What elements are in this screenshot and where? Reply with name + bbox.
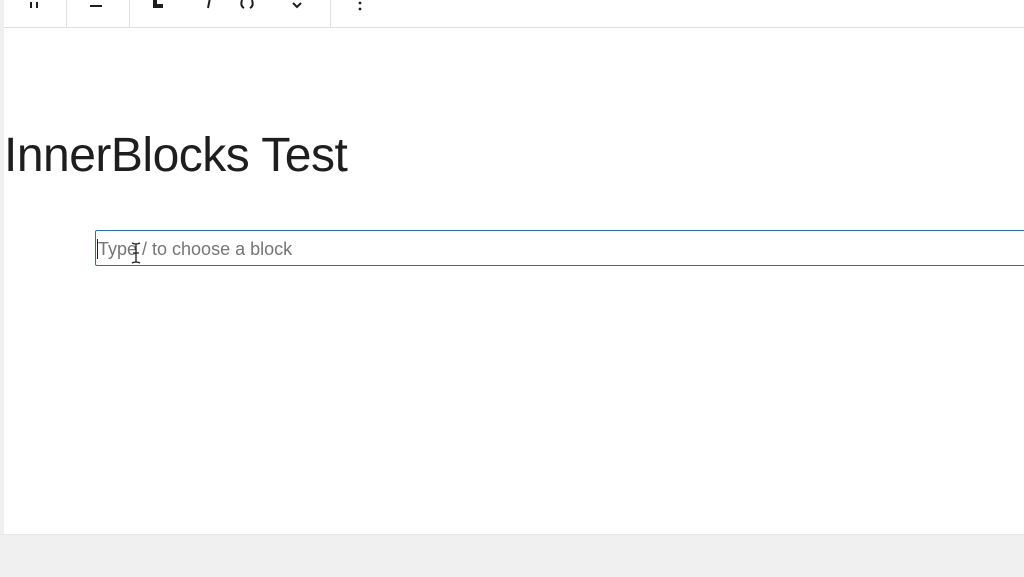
toolbar-group-mover [4,0,67,27]
post-title[interactable]: InnerBlocks Test [4,128,348,184]
align-icon[interactable] [86,0,106,14]
toolbar-group-align [66,0,130,27]
drag-handle-icon[interactable] [24,0,44,14]
chevron-down-icon[interactable] [289,0,305,14]
editor-canvas: InnerBlocks Test Type / to choose a bloc… [4,0,1024,534]
toolbar-group-more [330,0,390,27]
editor-footer [0,534,1024,577]
toolbar-group-formatting [129,0,331,27]
block-toolbar [4,0,1024,28]
appender-placeholder: Type / to choose a block [98,239,293,259]
link-icon[interactable] [237,0,257,14]
bold-icon[interactable] [149,0,167,14]
ibeam-cursor-icon [131,242,141,264]
block-appender[interactable]: Type / to choose a block [95,230,1024,266]
more-options-icon[interactable] [352,0,368,14]
italic-icon[interactable] [199,0,217,14]
